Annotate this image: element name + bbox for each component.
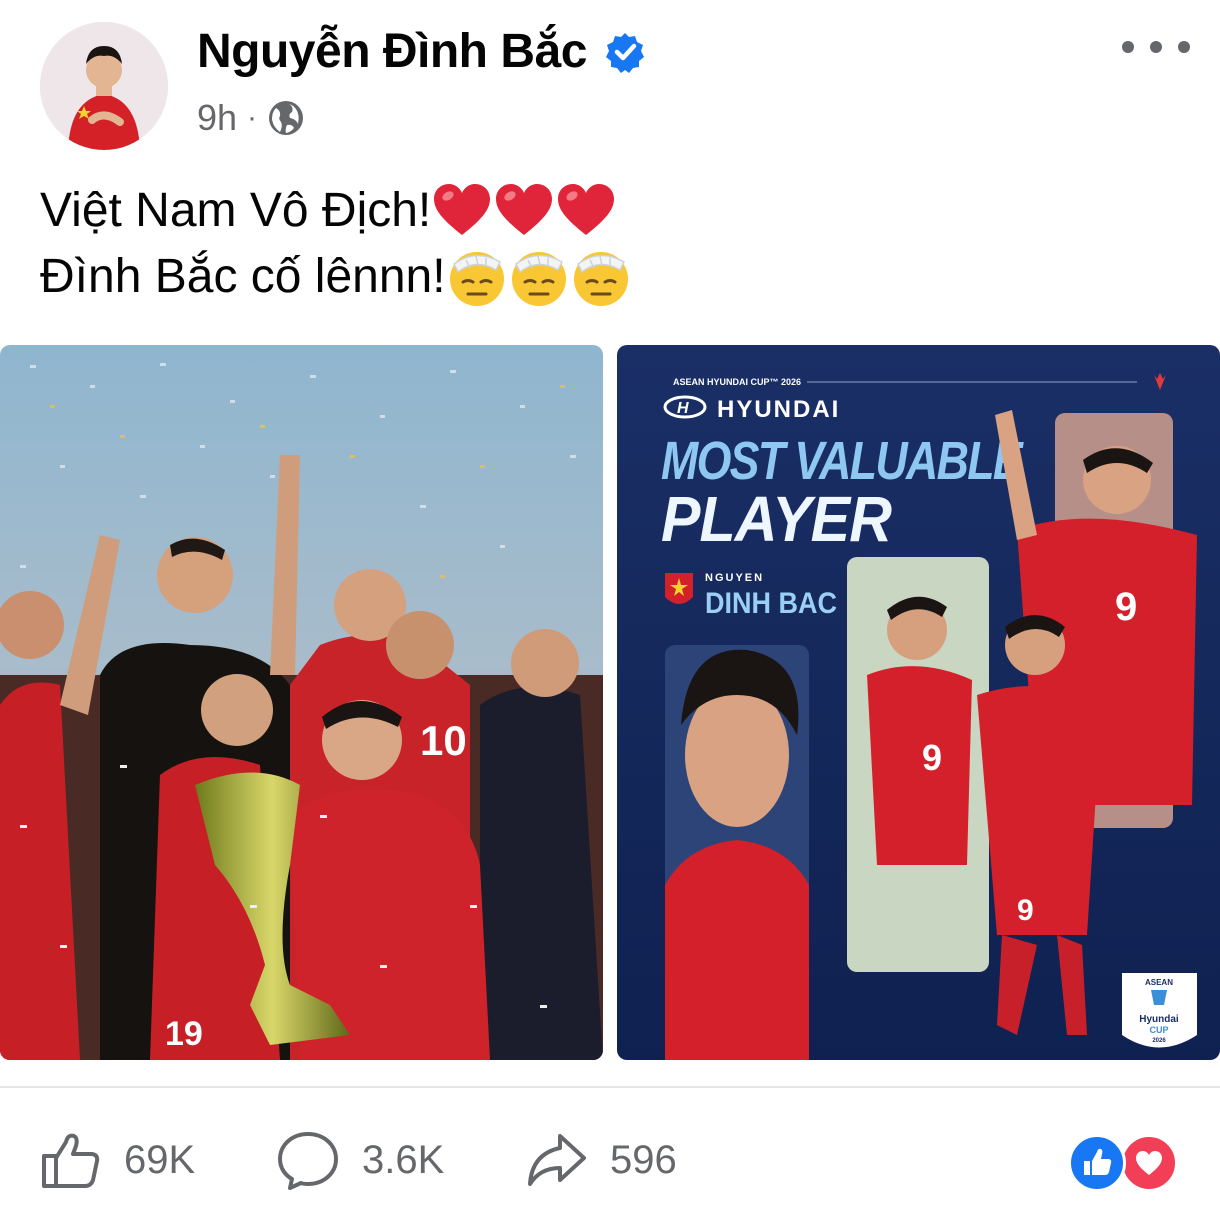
post-photo-celebration[interactable]: 10 19 xyxy=(0,345,603,1060)
post-photo-mvp-graphic[interactable]: ASEAN HYUNDAI CUP™ 2026 H HYUNDAI MOST V… xyxy=(617,345,1220,1060)
share-button[interactable]: 596 xyxy=(524,1110,677,1210)
like-button[interactable]: 69K xyxy=(38,1110,195,1210)
jersey-number-19: 19 xyxy=(165,1015,203,1053)
post-text-content-2: Đình Bắc cố lênnn! xyxy=(40,250,446,303)
post-text: Việt Nam Vô Địch! Đình Bắc cố lênnn! xyxy=(40,178,632,310)
post-text-content-1: Việt Nam Vô Địch! xyxy=(40,184,432,237)
love-reaction-icon xyxy=(1120,1134,1178,1192)
more-dot xyxy=(1178,41,1190,53)
more-dot xyxy=(1122,41,1134,53)
more-options-icon[interactable] xyxy=(1122,30,1190,64)
face-with-bandage-emoji xyxy=(446,246,508,308)
jersey-number-center: 9 xyxy=(922,737,942,778)
face-with-bandage-emoji xyxy=(508,246,570,308)
share-arrow-icon xyxy=(528,1134,586,1186)
red-heart-emoji xyxy=(431,180,493,242)
face-with-bandage-emoji xyxy=(570,246,632,308)
title-line-1: MOST VALUABLE xyxy=(661,431,1024,491)
badge-year: 2026 xyxy=(1152,1038,1166,1044)
tournament-label: ASEAN HYUNDAI CUP™ 2026 xyxy=(673,377,801,387)
player-first-name: NGUYEN xyxy=(705,572,764,584)
post-meta: 9h · xyxy=(197,96,305,140)
badge-line-1: ASEAN xyxy=(1145,978,1173,987)
red-heart-emoji xyxy=(493,180,555,242)
jersey-number-right: 9 xyxy=(1115,585,1137,629)
title-line-2: PLAYER xyxy=(661,483,892,555)
comment-count: 3.6K xyxy=(362,1137,445,1182)
share-count: 596 xyxy=(610,1137,677,1182)
author-avatar[interactable] xyxy=(40,22,168,150)
post-timestamp[interactable]: 9h xyxy=(197,97,237,139)
comment-button[interactable]: 3.6K xyxy=(276,1110,444,1210)
meta-separator: · xyxy=(247,101,258,134)
like-reaction-icon xyxy=(1068,1134,1126,1192)
post-text-line-2: Đình Bắc cố lênnn! xyxy=(40,244,632,310)
svg-text:H: H xyxy=(677,400,689,417)
post-text-line-1: Việt Nam Vô Địch! xyxy=(40,178,632,244)
jersey-number-foreground: 9 xyxy=(1017,894,1034,927)
more-dot xyxy=(1150,41,1162,53)
globe-icon[interactable] xyxy=(267,99,305,137)
reaction-summary[interactable] xyxy=(1068,1134,1178,1192)
player-last-name: DINH BAC xyxy=(705,587,837,620)
author-name[interactable]: Nguyễn Đình Bắc xyxy=(197,24,587,80)
actions-divider xyxy=(0,1086,1220,1088)
comment-bubble-icon xyxy=(278,1132,338,1190)
thumbs-up-icon xyxy=(42,1133,100,1188)
badge-line-3: CUP xyxy=(1149,1025,1168,1035)
like-count: 69K xyxy=(124,1137,196,1182)
jersey-number-10: 10 xyxy=(420,717,467,764)
badge-line-2: Hyundai xyxy=(1139,1014,1179,1025)
post-header: Nguyễn Đình Bắc 9h · xyxy=(0,0,1220,160)
post-actions: 69K 3.6K 596 xyxy=(0,1110,1220,1210)
verified-badge-icon xyxy=(604,31,646,73)
sponsor-name: HYUNDAI xyxy=(717,396,840,423)
red-heart-emoji xyxy=(555,180,617,242)
